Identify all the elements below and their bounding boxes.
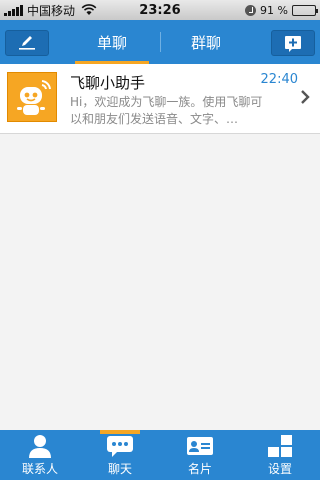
chat-icon: [107, 436, 133, 457]
tabbar-item-card[interactable]: 名片: [160, 430, 240, 480]
tabbar-label-card: 名片: [187, 462, 212, 476]
robot-avatar-icon: [17, 80, 51, 115]
nav-header: 单聊 群聊: [0, 20, 320, 64]
add-button[interactable]: [271, 30, 315, 56]
contacts-icon: [29, 435, 51, 458]
chat-time: 22:40: [260, 72, 298, 87]
battery-icon: [292, 4, 318, 16]
tab-single-chat[interactable]: 单聊: [72, 20, 152, 64]
tabbar-item-chat[interactable]: 聊天: [80, 430, 160, 480]
tabbar-label-contacts: 联系人: [21, 462, 58, 476]
tabbar-item-contacts[interactable]: 联系人: [0, 430, 80, 480]
compose-icon: [19, 36, 35, 50]
tabbar-item-settings[interactable]: 设置: [240, 430, 320, 480]
chevron-right-icon: [301, 90, 310, 104]
card-icon: [187, 437, 213, 455]
orientation-lock-icon: [245, 4, 257, 16]
tab-group-chat[interactable]: 群聊: [166, 20, 246, 64]
tab-single-chat-label: 单聊: [96, 33, 127, 52]
tabbar-label-chat: 聊天: [107, 462, 132, 476]
avatar: [7, 72, 57, 122]
status-bar: 中国移动 23:26 91 %: [0, 0, 320, 20]
tab-divider: [160, 32, 161, 52]
tabbar-label-settings: 设置: [267, 462, 292, 476]
bottom-tab-bar: 联系人 聊天 名片 设置: [0, 430, 320, 480]
chat-name: 飞聊小助手: [70, 74, 146, 92]
clock: 23:26: [139, 2, 181, 18]
settings-icon: [268, 435, 292, 457]
compose-button[interactable]: [5, 30, 49, 56]
chat-list-item[interactable]: 飞聊小助手 22:40 Hi，欢迎成为飞聊一族。使用飞聊可以和朋友们发送语音、文…: [0, 64, 320, 134]
tab-group-chat-label: 群聊: [190, 33, 221, 52]
chat-preview: Hi，欢迎成为飞聊一族。使用飞聊可以和朋友们发送语音、文字、…: [70, 95, 263, 126]
add-icon: [285, 36, 301, 52]
